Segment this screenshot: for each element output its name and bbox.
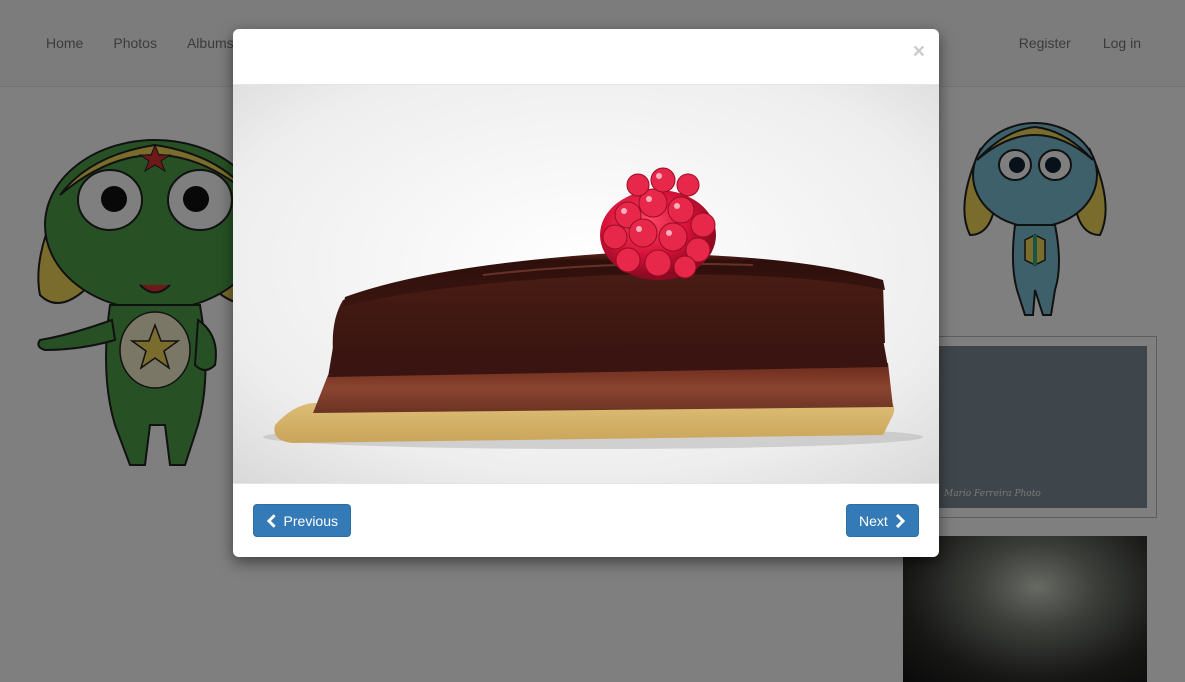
modal-body	[233, 85, 939, 483]
cake-photo	[233, 85, 939, 483]
modal-footer: Previous Next	[233, 483, 939, 557]
chevron-left-icon	[266, 513, 276, 528]
previous-button[interactable]: Previous	[253, 504, 351, 537]
modal-header: ×	[233, 29, 939, 85]
previous-button-label: Previous	[283, 512, 338, 529]
next-button-label: Next	[859, 512, 888, 529]
close-icon[interactable]: ×	[913, 41, 925, 62]
lightbox-modal: × Previous Next	[233, 29, 939, 557]
chevron-right-icon	[895, 513, 905, 528]
next-button[interactable]: Next	[846, 504, 919, 537]
